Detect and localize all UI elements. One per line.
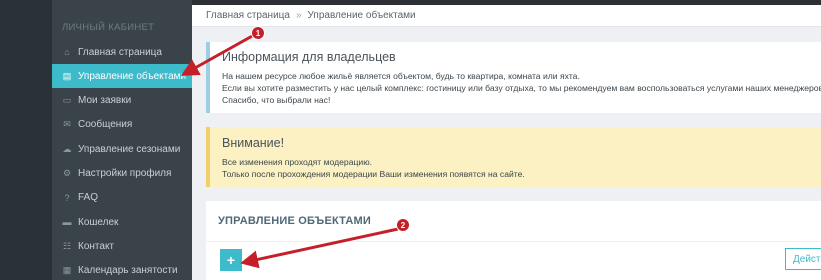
objects-divider — [206, 241, 821, 242]
owner-info-line: Если вы хотите разместить у нас целый ко… — [222, 83, 821, 93]
sidebar-item-label: Управление сезонами — [78, 143, 181, 155]
warning-title: Внимание! — [222, 136, 285, 150]
sidebar-item-label: Сообщения — [78, 119, 133, 131]
sidebar-item[interactable]: ▬ Кошелек — [52, 210, 192, 234]
sidebar-item[interactable]: ▭ Мои заявки — [52, 89, 192, 113]
breadcrumb: Главная страница » Управление объектами — [192, 5, 821, 27]
owner-info-line: Спасибо, что выбрали нас! — [222, 95, 331, 105]
sidebar-item-label: Настройки профиля — [78, 168, 172, 179]
add-object-button[interactable]: + — [220, 249, 242, 271]
sidebar: ЛИЧНЫЙ КАБИНЕТ ⌂ Главная страница ▤ Управле… — [0, 0, 192, 280]
sidebar-item-label: Мои заявки — [78, 95, 132, 107]
objects-panel: УПРАВЛЕНИЕ ОБЪЕКТАМИ + Действия — [206, 201, 821, 280]
sidebar-item[interactable]: ⌂ Главная страница — [52, 40, 192, 64]
actions-button[interactable]: Действия — [785, 248, 821, 270]
building-icon: ▤ — [62, 70, 72, 81]
sidebar-item-label: Календарь занятости — [78, 265, 178, 277]
sidebar-item[interactable]: ✉ Сообщения — [52, 113, 192, 137]
warning-line: Только после прохождения модерации Ваши … — [222, 169, 525, 179]
main-content: Главная страница » Управление объектами … — [192, 5, 821, 280]
sidebar-item-label: Контакт — [78, 240, 115, 252]
cloud-icon: ☁ — [62, 143, 72, 154]
sidebar-title: ЛИЧНЫЙ КАБИНЕТ — [62, 22, 155, 33]
annotation-badge-2: 2 — [396, 218, 410, 232]
sidebar-item[interactable]: ? FAQ — [52, 186, 192, 210]
sidebar-item-label: Кошелек — [78, 216, 119, 228]
sidebar-item[interactable]: ☷ Контакт — [52, 234, 192, 258]
sidebar-item[interactable]: ▦ Календарь занятости — [52, 259, 192, 280]
breadcrumb-current: Управление объектами — [307, 10, 416, 21]
envelope-icon: ✉ — [63, 119, 71, 130]
annotation-badge-1: 1 — [251, 26, 265, 40]
wallet-icon: ▬ — [62, 217, 72, 228]
file-icon: ▭ — [62, 95, 72, 106]
breadcrumb-separator: » — [295, 10, 302, 21]
owner-info-line: На нашем ресурсе любое жильё является об… — [222, 71, 580, 81]
calendar-icon: ▦ — [62, 265, 72, 276]
warning-line: Все изменения проходят модерацию. — [222, 157, 373, 167]
contacts-icon: ☷ — [62, 240, 72, 251]
sidebar-item-label: Управление объектами — [78, 70, 187, 82]
question-icon: ? — [64, 192, 70, 203]
home-icon: ⌂ — [64, 47, 70, 57]
objects-heading: УПРАВЛЕНИЕ ОБЪЕКТАМИ — [218, 215, 372, 227]
sidebar-item-label: FAQ — [78, 192, 99, 204]
sidebar-edge — [0, 0, 52, 280]
sidebar-item[interactable]: ☁ Управление сезонами — [52, 137, 192, 161]
owner-info-panel: Информация для владельцев На нашем ресур… — [206, 42, 821, 113]
sidebar-item[interactable]: ⚙ Настройки профиля — [52, 162, 192, 186]
sidebar-item-label: Главная страница — [78, 46, 162, 58]
owner-info-title: Информация для владельцев — [222, 50, 396, 64]
breadcrumb-home-link[interactable]: Главная страница — [206, 10, 290, 21]
moderation-warning-panel: Внимание! Все изменения проходят модерац… — [206, 127, 821, 187]
sidebar-item[interactable]: ▤ Управление объектами — [52, 64, 192, 89]
gear-icon: ⚙ — [62, 168, 72, 178]
